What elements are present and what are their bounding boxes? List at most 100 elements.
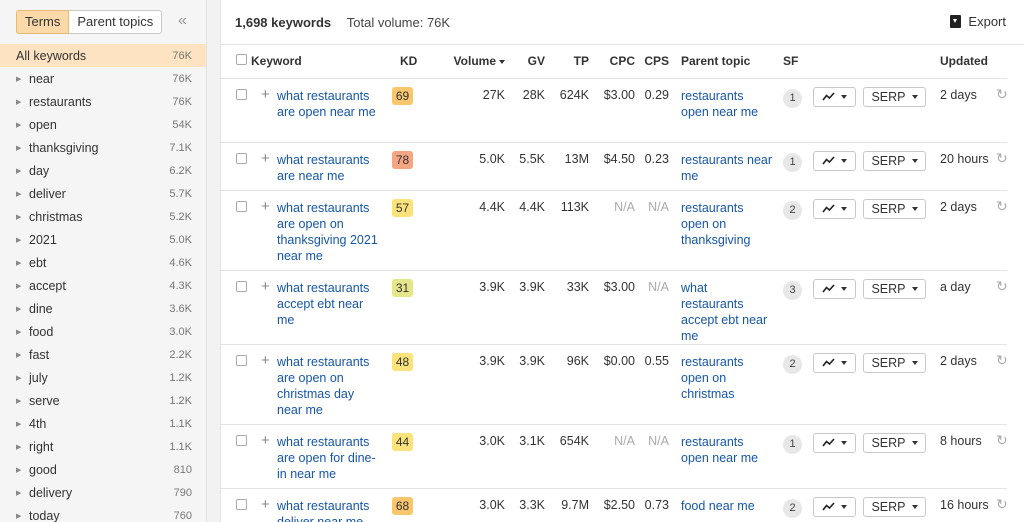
tab-parent-topics[interactable]: Parent topics (69, 10, 163, 34)
sf-badge[interactable]: 3 (783, 280, 802, 300)
row-checkbox[interactable] (236, 498, 247, 510)
keyword-link[interactable]: what restaurants deliver near me (277, 498, 392, 522)
plus-icon[interactable]: + (261, 151, 270, 166)
refresh-icon[interactable]: ↻ (996, 353, 1008, 367)
sf-badge[interactable]: 2 (783, 498, 802, 518)
col-gv[interactable]: GV (505, 45, 545, 79)
sidebar-item[interactable]: ▶ restaurants 76K (0, 90, 206, 113)
sidebar-item[interactable]: ▶ july 1.2K (0, 366, 206, 389)
row-checkbox[interactable] (236, 280, 247, 292)
plus-icon[interactable]: + (261, 87, 270, 102)
row-checkbox[interactable] (236, 152, 247, 164)
parent-topic-link[interactable]: restaurants open near me (669, 434, 783, 466)
caret-right-icon[interactable]: ▶ (16, 512, 29, 520)
col-cpc[interactable]: CPC (589, 45, 635, 79)
keyword-link[interactable]: what restaurants accept ebt near me (277, 280, 392, 328)
sidebar-item[interactable]: ▶ right 1.1K (0, 435, 206, 458)
col-sf[interactable]: SF (783, 45, 813, 79)
row-checkbox[interactable] (236, 200, 247, 212)
sidebar-item[interactable]: ▶ dine 3.6K (0, 297, 206, 320)
caret-right-icon[interactable]: ▶ (16, 259, 29, 267)
caret-right-icon[interactable]: ▶ (16, 489, 29, 497)
col-tp[interactable]: TP (545, 45, 589, 79)
parent-topic-link[interactable]: restaurants open on christmas (669, 354, 783, 402)
caret-right-icon[interactable]: ▶ (16, 213, 29, 221)
sidebar-item[interactable]: ▶ ebt 4.6K (0, 251, 206, 274)
plus-icon[interactable]: + (261, 279, 270, 294)
serp-dropdown[interactable]: SERP (863, 352, 926, 373)
col-parent-topic[interactable]: Parent topic (669, 45, 783, 79)
plus-icon[interactable]: + (261, 497, 270, 512)
trend-dropdown[interactable] (813, 198, 856, 219)
parent-topic-link[interactable]: food near me (669, 498, 783, 514)
sidebar-item[interactable]: ▶ delivery 790 (0, 481, 206, 504)
plus-icon[interactable]: + (261, 433, 270, 448)
sidebar-item[interactable]: ▶ deliver 5.7K (0, 182, 206, 205)
caret-right-icon[interactable]: ▶ (16, 305, 29, 313)
keyword-link[interactable]: what restaurants are open on thanksgivin… (277, 200, 392, 264)
serp-dropdown[interactable]: SERP (863, 432, 926, 453)
sidebar-item[interactable]: ▶ fast 2.2K (0, 343, 206, 366)
caret-right-icon[interactable]: ▶ (16, 282, 29, 290)
refresh-icon[interactable]: ↻ (996, 433, 1008, 447)
sidebar-item[interactable]: ▶ 2021 5.0K (0, 228, 206, 251)
row-checkbox[interactable] (236, 354, 247, 366)
caret-right-icon[interactable]: ▶ (16, 443, 29, 451)
refresh-icon[interactable]: ↻ (996, 151, 1008, 165)
col-cps[interactable]: CPS (635, 45, 669, 79)
sidebar-item[interactable]: ▶ christmas 5.2K (0, 205, 206, 228)
sf-badge[interactable]: 1 (783, 88, 802, 108)
caret-right-icon[interactable]: ▶ (16, 328, 29, 336)
refresh-icon[interactable]: ↻ (996, 497, 1008, 511)
parent-topic-link[interactable]: what restaurants accept ebt near me (669, 280, 783, 344)
trend-dropdown[interactable] (813, 432, 856, 453)
sidebar-item[interactable]: ▶ good 810 (0, 458, 206, 481)
row-checkbox[interactable] (236, 88, 247, 100)
parent-topic-link[interactable]: restaurants open on thanksgiving (669, 200, 783, 248)
caret-right-icon[interactable]: ▶ (16, 121, 29, 129)
refresh-icon[interactable]: ↻ (996, 87, 1008, 101)
double-chevron-left-icon[interactable]: « (178, 12, 187, 30)
trend-dropdown[interactable] (813, 496, 856, 517)
refresh-icon[interactable]: ↻ (996, 199, 1008, 213)
keyword-link[interactable]: what restaurants are near me (277, 152, 392, 184)
serp-dropdown[interactable]: SERP (863, 86, 926, 107)
sf-badge[interactable]: 2 (783, 354, 802, 374)
row-checkbox[interactable] (236, 434, 247, 446)
sidebar-item[interactable]: ▶ food 3.0K (0, 320, 206, 343)
caret-right-icon[interactable]: ▶ (16, 374, 29, 382)
caret-right-icon[interactable]: ▶ (16, 420, 29, 428)
caret-right-icon[interactable]: ▶ (16, 236, 29, 244)
sidebar-item[interactable]: ▶ near 76K (0, 67, 206, 90)
caret-right-icon[interactable]: ▶ (16, 98, 29, 106)
sidebar-item[interactable]: ▶ serve 1.2K (0, 389, 206, 412)
export-button[interactable]: Export (950, 14, 1006, 29)
serp-dropdown[interactable]: SERP (863, 278, 926, 299)
serp-dropdown[interactable]: SERP (863, 150, 926, 171)
plus-icon[interactable]: + (261, 199, 270, 214)
trend-dropdown[interactable] (813, 278, 856, 299)
caret-right-icon[interactable]: ▶ (16, 190, 29, 198)
serp-dropdown[interactable]: SERP (863, 198, 926, 219)
col-keyword[interactable]: Keyword (251, 45, 392, 79)
caret-right-icon[interactable]: ▶ (16, 144, 29, 152)
keyword-link[interactable]: what restaurants are open for dine-in ne… (277, 434, 392, 482)
sidebar-item[interactable]: ▶ thanksgiving 7.1K (0, 136, 206, 159)
sf-badge[interactable]: 1 (783, 152, 802, 172)
caret-right-icon[interactable]: ▶ (16, 397, 29, 405)
serp-dropdown[interactable]: SERP (863, 496, 926, 517)
sidebar-item[interactable]: ▶ accept 4.3K (0, 274, 206, 297)
col-volume[interactable]: Volume (448, 45, 505, 79)
select-all-checkbox[interactable] (236, 54, 247, 66)
col-kd[interactable]: KD (392, 45, 448, 79)
sidebar-item[interactable]: ▶ day 6.2K (0, 159, 206, 182)
caret-right-icon[interactable]: ▶ (16, 75, 29, 83)
trend-dropdown[interactable] (813, 352, 856, 373)
sf-badge[interactable]: 2 (783, 200, 802, 220)
refresh-icon[interactable]: ↻ (996, 279, 1008, 293)
sidebar-item[interactable]: ▶ today 760 (0, 504, 206, 522)
caret-right-icon[interactable]: ▶ (16, 466, 29, 474)
sidebar-item[interactable]: ▶All keywords76K (0, 44, 206, 67)
trend-dropdown[interactable] (813, 150, 856, 171)
caret-right-icon[interactable]: ▶ (16, 351, 29, 359)
